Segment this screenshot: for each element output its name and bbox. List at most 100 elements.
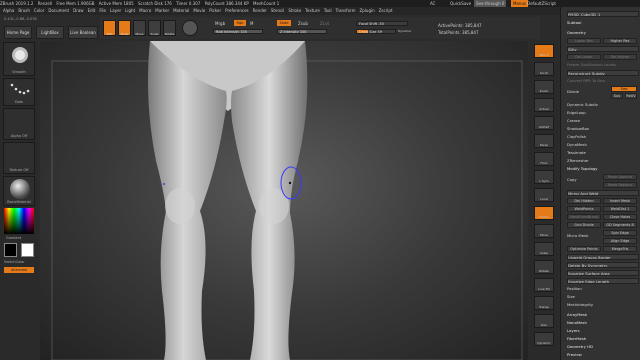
mesh-from-brush-button[interactable]: MeshFromBrush bbox=[567, 214, 601, 220]
close-holes-button[interactable]: Close Holes bbox=[603, 214, 637, 220]
menu-layer[interactable]: Layer bbox=[110, 8, 121, 13]
zremesher-button[interactable]: ZRemesher bbox=[567, 158, 639, 164]
menu-material[interactable]: Material bbox=[173, 8, 189, 13]
menus-button[interactable]: Menus bbox=[511, 0, 529, 7]
shelf-rotate-button[interactable]: Rotate bbox=[534, 260, 554, 274]
shelf-persp-button[interactable]: Persp bbox=[534, 134, 554, 148]
suv-toggle[interactable]: Suv bbox=[611, 93, 623, 99]
mrgb-toggle[interactable]: Mrgb bbox=[215, 21, 225, 26]
del-hidden-button[interactable]: Del Hidden bbox=[567, 198, 601, 204]
color-picker[interactable] bbox=[4, 208, 34, 234]
brush-thumbnail[interactable]: Smooth bbox=[3, 42, 35, 76]
align-edge-button[interactable]: Align Edge bbox=[603, 238, 637, 244]
rgb-toggle[interactable]: Rgb bbox=[234, 20, 246, 26]
menu-tool[interactable]: Tool bbox=[324, 8, 332, 13]
menu-macro[interactable]: Macro bbox=[139, 8, 151, 13]
paste-append-button[interactable]: Paste Append bbox=[603, 174, 637, 180]
m-toggle[interactable]: M bbox=[250, 21, 253, 26]
shelf-floor-button[interactable]: Floor bbox=[534, 152, 554, 166]
menu-texture[interactable]: Texture bbox=[305, 8, 320, 13]
shadowbox-button[interactable]: ShadowBox bbox=[567, 126, 639, 132]
subtool-header[interactable]: Subtool bbox=[567, 20, 639, 26]
z-intensity-slider[interactable]: Z Intensity 100 bbox=[277, 29, 327, 34]
move-button[interactable]: Move bbox=[133, 20, 146, 36]
reuv-toggle[interactable]: ReUV bbox=[625, 93, 637, 99]
sdiv-slider[interactable]: SDiv bbox=[567, 46, 639, 52]
shelf-scroll-button[interactable]: Scroll bbox=[534, 62, 554, 76]
equalize-surface-area-button[interactable]: Equalize Surface Area bbox=[567, 270, 639, 276]
menu-movie[interactable]: Movie bbox=[193, 8, 205, 13]
rotate-button[interactable]: Rotate bbox=[163, 20, 176, 36]
zcut-toggle[interactable]: Zcut bbox=[320, 21, 329, 26]
shelf-transp-button[interactable]: Transp bbox=[534, 296, 554, 310]
scale-button[interactable]: Scale bbox=[148, 20, 161, 36]
focal-shift-slider[interactable]: Focal Shift -55 bbox=[356, 21, 408, 26]
paste-replace-button[interactable]: Paste Replace bbox=[603, 182, 637, 188]
edit-button[interactable]: Edit bbox=[103, 20, 116, 36]
del-lower-button[interactable]: Del Lower bbox=[567, 54, 601, 60]
edgeloop-button[interactable]: EdgeLoop bbox=[567, 110, 639, 116]
size-header[interactable]: Size bbox=[567, 294, 639, 300]
divide-button[interactable]: Divide bbox=[567, 89, 595, 95]
material-thumbnail[interactable]: BasicMaterial bbox=[3, 176, 35, 206]
convert-bpr-button[interactable]: Convert BPR To Geo bbox=[567, 78, 639, 84]
live-boolean-button[interactable]: Live Boolean bbox=[68, 26, 98, 39]
arraymesh-header[interactable]: ArrayMesh bbox=[567, 312, 639, 318]
shelf-dynamic-button[interactable]: Dynamic bbox=[534, 332, 554, 346]
menu-file[interactable]: File bbox=[99, 8, 106, 13]
dynamic-subdiv-button[interactable]: Dynamic Subdiv bbox=[567, 102, 639, 108]
alternate-button[interactable]: Alternate bbox=[4, 267, 34, 273]
gd-segments-slider[interactable]: GD Segments 8 bbox=[603, 222, 637, 228]
shelf-zoom-button[interactable]: Zoom bbox=[534, 80, 554, 94]
position-header[interactable]: Position bbox=[567, 286, 639, 292]
menu-edit[interactable]: Edit bbox=[88, 8, 96, 13]
lightbox-button[interactable]: LightBox bbox=[36, 26, 64, 39]
shelf-spix-3-button[interactable]: SPix 3 bbox=[534, 44, 554, 58]
shelf-frame-button[interactable]: Frame bbox=[534, 206, 554, 220]
reconstruct-subdiv-button[interactable]: Reconstruct Subdiv bbox=[567, 70, 639, 76]
preview-header[interactable]: Preview bbox=[567, 352, 639, 358]
fibermesh-header[interactable]: FiberMesh bbox=[567, 336, 639, 342]
crease-button[interactable]: Crease bbox=[567, 118, 639, 124]
texture-thumbnail[interactable]: Texture Off bbox=[3, 142, 35, 174]
menu-zplugin[interactable]: Zplugin bbox=[360, 8, 375, 13]
layers-header[interactable]: Layers bbox=[567, 328, 639, 334]
material-sphere-icon[interactable] bbox=[182, 20, 198, 36]
shelf-actual-button[interactable]: Actual bbox=[534, 98, 554, 112]
unweld-groups-border-button[interactable]: Unweld Groups Border bbox=[567, 254, 639, 260]
menu-brush[interactable]: Brush bbox=[18, 8, 30, 13]
claypolish-button[interactable]: ClayPolish bbox=[567, 134, 639, 140]
equalize-edge-length-button[interactable]: Equalize Edge Length bbox=[567, 278, 639, 284]
menu-color[interactable]: Color bbox=[34, 8, 44, 13]
menu-transform[interactable]: Transform bbox=[336, 8, 356, 13]
lower-res-button[interactable]: Lower Res bbox=[567, 38, 601, 44]
grid-divide-button[interactable]: Grid Divide bbox=[567, 222, 601, 228]
shelf-local-button[interactable]: Local bbox=[534, 188, 554, 202]
tool-name[interactable]: PM3D_Cube3D_1 bbox=[567, 11, 639, 17]
secondary-color-swatch[interactable] bbox=[4, 243, 17, 257]
menu-stencil[interactable]: Stencil bbox=[271, 8, 285, 13]
menu-preferences[interactable]: Preferences bbox=[225, 8, 249, 13]
tessimate-button[interactable]: Tessimate bbox=[567, 150, 639, 156]
menu-picker[interactable]: Picker bbox=[209, 8, 221, 13]
copy-button[interactable]: Copy bbox=[567, 177, 601, 183]
dynamic-toggle[interactable]: Dynamic bbox=[398, 29, 411, 33]
freeze-subdivision-button[interactable]: Freeze SubDivision Levels bbox=[567, 62, 639, 68]
stroke-thumbnail[interactable]: Dots bbox=[3, 78, 35, 106]
draw-button[interactable]: Draw bbox=[118, 20, 131, 36]
quicksave-button[interactable]: QuickSave bbox=[450, 0, 471, 7]
menu-light[interactable]: Light bbox=[125, 8, 135, 13]
meshintegrity-header[interactable]: MeshIntegrity bbox=[567, 302, 639, 308]
geometry-hd-header[interactable]: Geometry HD bbox=[567, 344, 639, 350]
shelf-move-button[interactable]: Move bbox=[534, 224, 554, 238]
geometry-header[interactable]: Geometry bbox=[567, 30, 639, 36]
menu-marker[interactable]: Marker bbox=[155, 8, 169, 13]
alpha-thumbnail[interactable]: Alpha Off bbox=[3, 108, 35, 140]
menu-alpha[interactable]: Alpha bbox=[3, 8, 14, 13]
menu-draw[interactable]: Draw bbox=[73, 8, 83, 13]
dynamesh-button[interactable]: DynaMesh bbox=[567, 142, 639, 148]
shelf-line-fill-button[interactable]: Line Fill bbox=[534, 278, 554, 292]
spin-edge-button[interactable]: Spin Edge bbox=[603, 230, 637, 236]
weldpoints-button[interactable]: WeldPoints bbox=[567, 206, 601, 212]
switch-color-button[interactable]: SwitchColor bbox=[4, 260, 25, 264]
